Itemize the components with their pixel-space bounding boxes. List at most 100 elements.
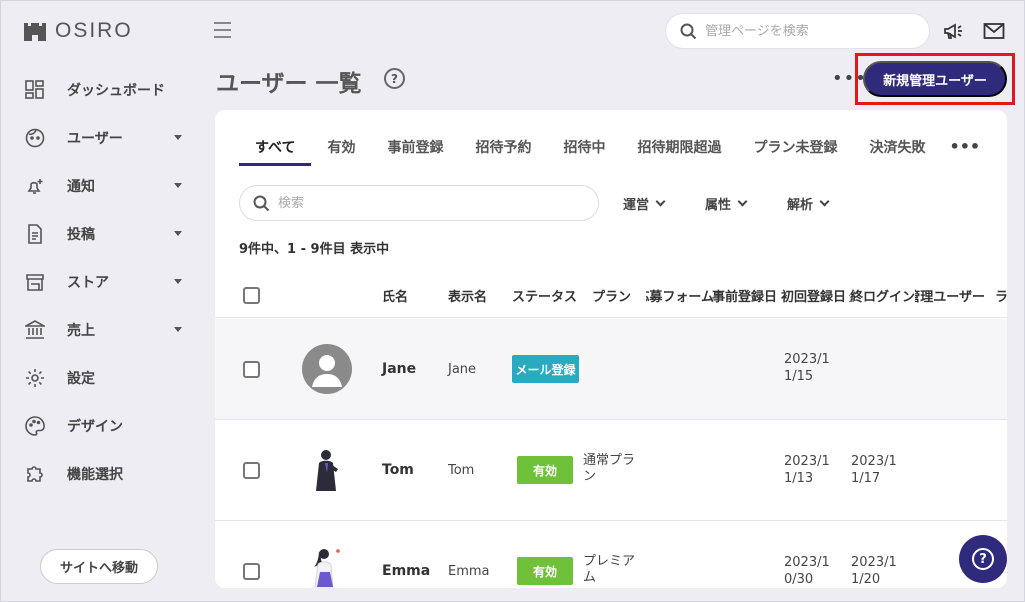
- plan-name: 通常プラン: [583, 453, 636, 484]
- sidebar-item-label: 設定: [67, 371, 95, 387]
- new-admin-user-button[interactable]: 新規管理ユーザー: [863, 61, 1007, 97]
- sidebar-nav: ダッシュボード ユーザー 通知 投稿 ストア 売上 設定 デザイン 機能選択: [0, 66, 200, 498]
- column-header[interactable]: 管理ユーザー: [915, 286, 985, 305]
- tab-invited[interactable]: 招待中: [563, 137, 605, 163]
- column-header[interactable]: 応募フォーム: [646, 286, 714, 305]
- store-icon: [24, 271, 46, 293]
- bell-plus-icon: [24, 175, 46, 197]
- column-header[interactable]: プラン: [592, 286, 638, 305]
- table-row[interactable]: Tom Tom 有効 通常プラン 2023/11/13 2023/11/17: [215, 420, 1007, 521]
- person-illustration-icon: [316, 450, 338, 491]
- palette-icon: [24, 415, 46, 437]
- tab-invite-expired[interactable]: 招待期限超過: [637, 137, 721, 163]
- user-name[interactable]: Emma: [382, 563, 430, 579]
- result-count: 9件中、1 - 9件目 表示中: [239, 242, 390, 257]
- user-search-box[interactable]: [239, 185, 599, 221]
- table-row[interactable]: Emma Emma 有効 プレミアム 2023/10/30 2023/11/20: [215, 521, 1007, 588]
- tab-all[interactable]: すべて: [239, 137, 312, 166]
- status-badge: メール登録: [512, 355, 579, 383]
- filter-attribute-dropdown[interactable]: 属性: [705, 194, 748, 213]
- select-all-checkbox[interactable]: [243, 287, 260, 304]
- chevron-down-icon: [819, 196, 830, 207]
- sidebar-item-sales[interactable]: 売上: [0, 306, 200, 354]
- user-display-name: Emma: [448, 564, 490, 579]
- sidebar-item-label: ユーザー: [67, 131, 123, 147]
- filter-analysis-dropdown[interactable]: 解析: [787, 194, 830, 213]
- help-icon[interactable]: ?: [384, 68, 405, 89]
- page-title: ユーザー 一覧: [216, 71, 362, 97]
- user-list-card: すべて 有効 事前登録 招待予約 招待中 招待期限超過 プラン未登録 決済失敗 …: [215, 110, 1007, 588]
- admin-search-input[interactable]: [705, 23, 905, 39]
- user-name[interactable]: Jane: [382, 361, 416, 377]
- sidebar-item-label: 機能選択: [67, 467, 123, 483]
- caret-down-icon: [174, 183, 182, 188]
- sidebar-item-posts[interactable]: 投稿: [0, 210, 200, 258]
- menu-toggle-icon[interactable]: [214, 22, 231, 43]
- row-checkbox[interactable]: [243, 462, 260, 479]
- column-header[interactable]: 氏名: [382, 286, 432, 305]
- puzzle-icon: [24, 463, 46, 485]
- sidebar-item-label: ダッシュボード: [67, 83, 165, 99]
- row-checkbox[interactable]: [243, 563, 260, 580]
- brand-logo[interactable]: OSIRO: [23, 19, 133, 43]
- document-icon: [24, 223, 46, 245]
- caret-down-icon: [174, 135, 182, 140]
- dashboard-icon: [24, 79, 46, 101]
- chevron-down-icon: [737, 196, 748, 207]
- chevron-down-icon: [655, 196, 666, 207]
- sidebar-item-settings[interactable]: 設定: [0, 354, 200, 402]
- admin-search-box[interactable]: [665, 13, 930, 49]
- first-registered-date: 2023/10/30: [784, 555, 830, 587]
- caret-down-icon: [174, 279, 182, 284]
- plan-name: プレミアム: [583, 554, 636, 585]
- sidebar-item-users[interactable]: ユーザー: [0, 114, 200, 162]
- first-registered-date: 2023/11/13: [784, 454, 830, 486]
- tab-pre-registered[interactable]: 事前登録: [387, 137, 443, 163]
- filter-operation-dropdown[interactable]: 運営: [623, 194, 666, 213]
- table-row[interactable]: Jane Jane メール登録 2023/11/15: [215, 319, 1007, 420]
- user-display-name: Tom: [448, 463, 475, 478]
- search-icon: [680, 23, 697, 39]
- column-header[interactable]: ラ: [995, 286, 1007, 305]
- default-avatar-icon: [312, 355, 342, 387]
- column-header[interactable]: 表示名: [448, 286, 504, 305]
- filter-label: 運営: [623, 198, 650, 213]
- mail-icon[interactable]: [981, 18, 1007, 44]
- filter-label: 解析: [787, 198, 814, 213]
- sidebar-item-store[interactable]: ストア: [0, 258, 200, 306]
- sidebar-item-notifications[interactable]: 通知: [0, 162, 200, 210]
- tab-payment-failed[interactable]: 決済失敗: [869, 137, 925, 163]
- tabs-more-icon[interactable]: •••: [949, 137, 980, 162]
- status-badge: 有効: [517, 557, 573, 585]
- caret-down-icon: [174, 327, 182, 332]
- sidebar-item-design[interactable]: デザイン: [0, 402, 200, 450]
- last-login-date: 2023/11/17: [851, 454, 897, 486]
- sidebar-item-dashboard[interactable]: ダッシュボード: [0, 66, 200, 114]
- help-fab-button[interactable]: ?: [959, 535, 1007, 583]
- tab-invite-scheduled[interactable]: 招待予約: [475, 137, 531, 163]
- avatar: [302, 445, 352, 495]
- search-icon: [253, 195, 270, 211]
- user-display-name: Jane: [448, 362, 477, 377]
- column-header[interactable]: 初回登録日: [781, 286, 849, 305]
- caret-down-icon: [174, 231, 182, 236]
- user-search-input[interactable]: [278, 195, 478, 211]
- column-header[interactable]: ステータス: [512, 286, 582, 305]
- sidebar-item-features[interactable]: 機能選択: [0, 450, 200, 498]
- go-to-site-button[interactable]: サイトへ移動: [40, 549, 158, 584]
- sidebar-item-label: 売上: [67, 323, 95, 339]
- avatar: [302, 546, 352, 588]
- status-badge: 有効: [517, 456, 573, 484]
- row-checkbox[interactable]: [243, 361, 260, 378]
- tab-active[interactable]: 有効: [327, 137, 355, 163]
- column-header[interactable]: 事前登録日: [712, 286, 780, 305]
- column-header[interactable]: 最終ログイン: [849, 286, 915, 305]
- tab-no-plan[interactable]: プラン未登録: [753, 137, 837, 163]
- brand-name: OSIRO: [55, 19, 133, 42]
- status-tabs: すべて 有効 事前登録 招待予約 招待中 招待期限超過 プラン未登録 決済失敗 …: [239, 137, 980, 166]
- person-illustration-icon: [314, 549, 340, 588]
- user-face-icon: [24, 127, 46, 149]
- help-icon: ?: [972, 548, 994, 570]
- user-name[interactable]: Tom: [382, 462, 414, 478]
- megaphone-icon[interactable]: [941, 18, 967, 44]
